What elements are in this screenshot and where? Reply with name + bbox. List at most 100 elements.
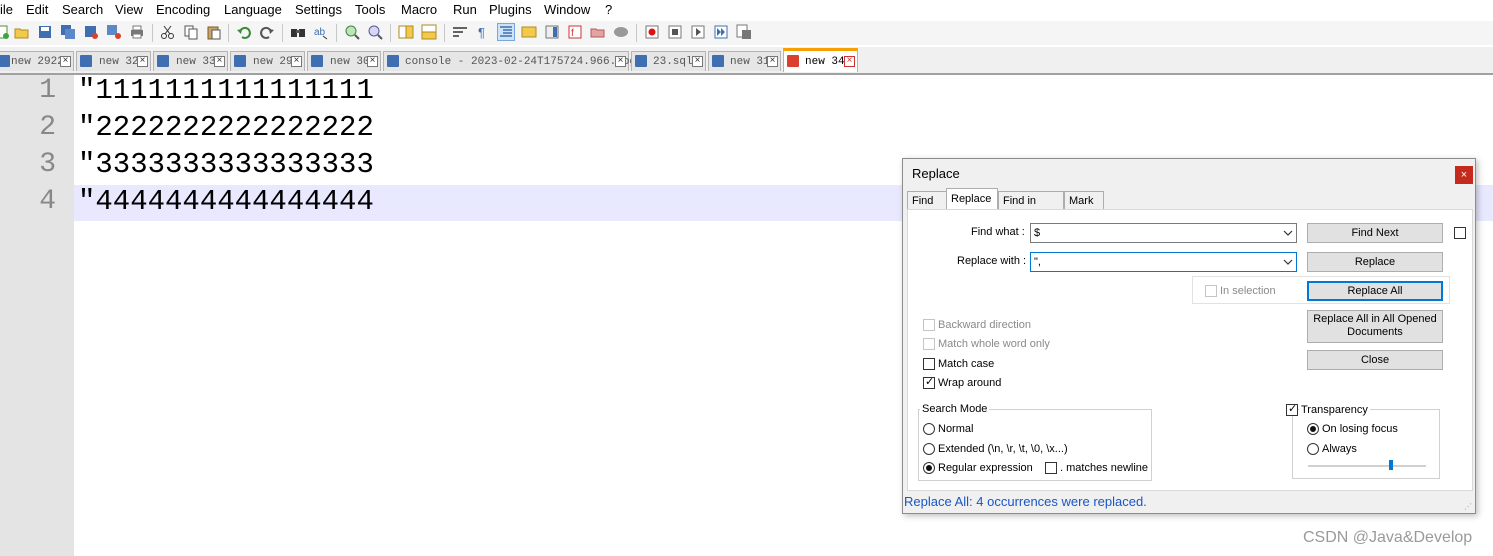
menu-tools[interactable]: Tools xyxy=(355,2,385,17)
close-file-icon[interactable] xyxy=(83,24,99,40)
menu-edit[interactable]: Edit xyxy=(26,2,48,17)
indent-guide-icon[interactable] xyxy=(497,23,515,41)
menu-macro[interactable]: Macro xyxy=(401,2,437,17)
tab-new-2922[interactable]: new 2922 × xyxy=(0,51,74,71)
on-losing-focus-radio[interactable] xyxy=(1307,423,1319,435)
doc-map-icon[interactable] xyxy=(544,24,560,40)
function-list-icon[interactable]: f xyxy=(567,24,583,40)
tab-close-icon[interactable]: × xyxy=(615,56,626,67)
tab-new-29[interactable]: new 29 × xyxy=(230,51,305,71)
replace-all-button[interactable]: Replace All xyxy=(1307,281,1443,301)
open-file-icon[interactable] xyxy=(14,24,30,40)
code-line[interactable]: "1111111111111111 xyxy=(78,74,374,107)
zoom-in-icon[interactable] xyxy=(344,24,360,40)
mode-regex-radio[interactable] xyxy=(923,462,935,474)
mode-extended-radio[interactable] xyxy=(923,443,935,455)
find-next-extra-checkbox[interactable] xyxy=(1454,227,1466,239)
replace-all-opened-button[interactable]: Replace All in All Opened Documents xyxy=(1307,310,1443,343)
code-line[interactable]: "4444444444444444 xyxy=(78,185,374,218)
tab-close-icon[interactable]: × xyxy=(137,56,148,67)
menu-bar: ile Edit Search View Encoding Language S… xyxy=(0,0,1493,20)
tab-mark[interactable]: Mark xyxy=(1064,191,1104,209)
chevron-down-icon[interactable] xyxy=(1283,257,1293,267)
word-wrap-icon[interactable] xyxy=(452,24,468,40)
replace-with-input[interactable]: ", xyxy=(1030,252,1297,272)
paste-icon[interactable] xyxy=(206,24,222,40)
chevron-down-icon[interactable] xyxy=(1283,228,1293,238)
backward-direction-label: Backward direction xyxy=(938,319,1031,331)
tab-close-icon[interactable]: × xyxy=(214,56,225,67)
tab-23-sql[interactable]: 23.sql × xyxy=(631,51,706,71)
match-case-checkbox[interactable] xyxy=(923,358,935,370)
transparency-slider-thumb[interactable] xyxy=(1388,460,1393,470)
replace-icon[interactable]: ab xyxy=(313,24,329,40)
save-all-icon[interactable] xyxy=(60,24,76,40)
tab-close-icon[interactable]: × xyxy=(60,56,71,67)
sync-horizontal-icon[interactable] xyxy=(421,24,437,40)
tab-new-34[interactable]: new 34 × xyxy=(783,48,858,72)
new-file-icon[interactable] xyxy=(0,24,10,40)
code-line[interactable]: "3333333333333333 xyxy=(78,148,374,181)
tab-new-33[interactable]: new 33 × xyxy=(153,51,228,71)
menu-window[interactable]: Window xyxy=(544,2,590,17)
menu-view[interactable]: View xyxy=(115,2,143,17)
close-all-icon[interactable] xyxy=(106,24,122,40)
find-next-button[interactable]: Find Next xyxy=(1307,223,1443,243)
menu-encoding[interactable]: Encoding xyxy=(156,2,210,17)
tab-close-icon[interactable]: × xyxy=(367,56,378,67)
always-radio[interactable] xyxy=(1307,443,1319,455)
run-macro-multiple-icon[interactable] xyxy=(713,24,729,40)
play-macro-icon[interactable] xyxy=(690,24,706,40)
menu-settings[interactable]: Settings xyxy=(295,2,342,17)
tab-close-icon[interactable]: × xyxy=(692,56,703,67)
undo-icon[interactable] xyxy=(236,24,252,40)
mode-normal-radio[interactable] xyxy=(923,423,935,435)
tab-bar: new 2922 × new 32 × new 33 × new 29 × ne… xyxy=(0,47,1493,75)
line-number: 1 xyxy=(39,75,56,106)
resize-grip-icon[interactable]: ⋰ xyxy=(1464,502,1472,511)
watermark: CSDN @Java&Develop xyxy=(1303,529,1473,546)
match-whole-word-label: Match whole word only xyxy=(938,338,1050,350)
save-macro-icon[interactable] xyxy=(736,24,752,40)
copy-icon[interactable] xyxy=(183,24,199,40)
print-icon[interactable] xyxy=(129,24,145,40)
menu-run[interactable]: Run xyxy=(453,2,477,17)
tab-close-icon[interactable]: × xyxy=(844,56,855,67)
menu-help[interactable]: ? xyxy=(605,2,612,17)
tab-replace[interactable]: Replace xyxy=(946,188,998,210)
tab-close-icon[interactable]: × xyxy=(291,56,302,67)
sync-vertical-icon[interactable] xyxy=(398,24,414,40)
show-all-chars-icon[interactable]: ¶ xyxy=(475,24,491,40)
user-language-icon[interactable] xyxy=(521,24,537,40)
tab-find-in-files[interactable]: Find in Files xyxy=(998,191,1064,225)
tab-console-log[interactable]: console - 2023-02-24T175724.966.log × xyxy=(383,51,636,71)
menu-plugins[interactable]: Plugins xyxy=(489,2,532,17)
redo-icon[interactable] xyxy=(259,24,275,40)
zoom-out-icon[interactable] xyxy=(367,24,383,40)
menu-language[interactable]: Language xyxy=(224,2,282,17)
save-icon[interactable] xyxy=(37,24,53,40)
folder-workspace-icon[interactable] xyxy=(590,24,606,40)
matches-newline-checkbox[interactable] xyxy=(1045,462,1057,474)
cut-icon[interactable] xyxy=(160,24,176,40)
svg-text:¶: ¶ xyxy=(478,25,485,40)
tab-new-32[interactable]: new 32 × xyxy=(76,51,151,71)
record-macro-icon[interactable] xyxy=(644,24,660,40)
stop-macro-icon[interactable] xyxy=(667,24,683,40)
replace-button[interactable]: Replace xyxy=(1307,252,1443,272)
transparency-checkbox[interactable]: ✓ xyxy=(1286,403,1298,416)
close-button[interactable]: Close xyxy=(1307,350,1443,370)
menu-search[interactable]: Search xyxy=(62,2,103,17)
tab-new-30[interactable]: new 30 × xyxy=(307,51,381,71)
menu-file[interactable]: ile xyxy=(0,2,13,17)
tab-find[interactable]: Find xyxy=(907,191,947,209)
monitoring-icon[interactable] xyxy=(613,24,629,40)
status-message: Replace All: 4 occurrences were replaced… xyxy=(904,494,1147,509)
tab-close-icon[interactable]: × xyxy=(767,56,778,67)
tab-new-31[interactable]: new 31 × xyxy=(708,51,781,71)
wrap-around-checkbox[interactable]: ✓ xyxy=(923,376,935,389)
find-icon[interactable] xyxy=(290,24,306,40)
code-line[interactable]: "2222222222222222 xyxy=(78,111,374,144)
find-what-input[interactable]: $ xyxy=(1030,223,1297,243)
dialog-close-button[interactable]: × xyxy=(1455,166,1473,184)
